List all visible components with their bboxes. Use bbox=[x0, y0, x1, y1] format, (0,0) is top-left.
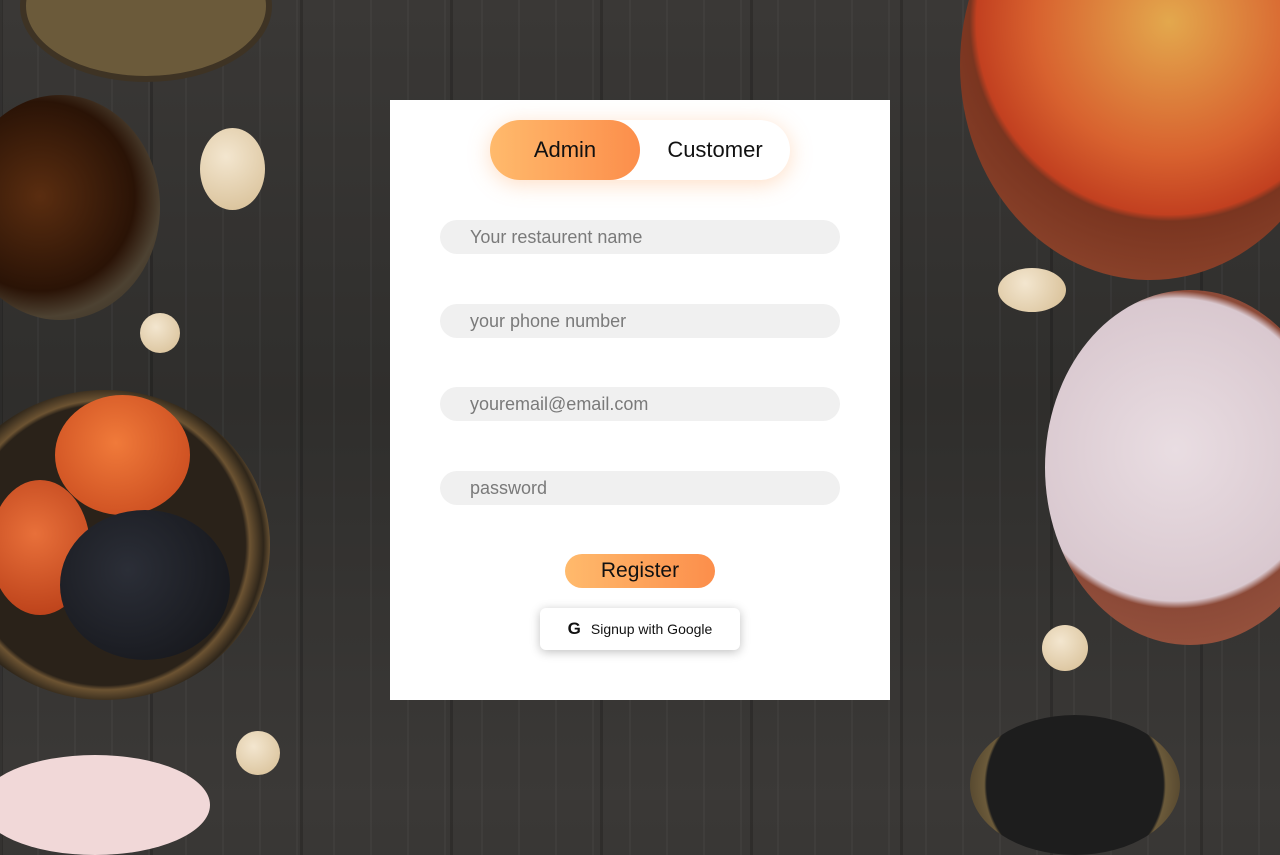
register-button-label: Register bbox=[600, 559, 680, 582]
google-signup-label: Signup with Google bbox=[590, 621, 713, 637]
password-input[interactable] bbox=[440, 471, 840, 505]
hazelnut-image bbox=[236, 731, 280, 775]
admin-tab[interactable]: Admin bbox=[490, 120, 640, 180]
nuts-bowl-image bbox=[20, 0, 272, 82]
customer-tab[interactable]: Customer bbox=[640, 120, 790, 180]
cashew-image bbox=[998, 268, 1066, 312]
phone-number-input[interactable] bbox=[440, 304, 840, 338]
admin-tab-label: Admin bbox=[533, 137, 597, 162]
google-g-icon: G bbox=[567, 619, 581, 638]
restaurant-name-input[interactable] bbox=[440, 220, 840, 254]
turkish-delight-bowl-image bbox=[1045, 290, 1280, 645]
register-button[interactable]: Register bbox=[565, 554, 715, 588]
email-input[interactable] bbox=[440, 387, 840, 421]
customer-tab-label: Customer bbox=[667, 137, 763, 162]
plate-image bbox=[0, 755, 210, 855]
dark-bowl-image bbox=[970, 715, 1180, 855]
role-toggle: Admin Customer bbox=[490, 120, 790, 180]
candied-fruit-bowl-image bbox=[960, 0, 1280, 280]
google-signup-button[interactable]: G Signup with Google bbox=[540, 608, 740, 650]
register-card: Admin Customer Register G Signup with Go… bbox=[390, 100, 890, 700]
hazelnut-image bbox=[1042, 625, 1088, 671]
hazelnut-image bbox=[140, 313, 180, 353]
raisins-image bbox=[60, 510, 230, 660]
apricot-image bbox=[55, 395, 190, 515]
cashew-image bbox=[200, 128, 265, 210]
tea-glass-image bbox=[0, 95, 160, 320]
